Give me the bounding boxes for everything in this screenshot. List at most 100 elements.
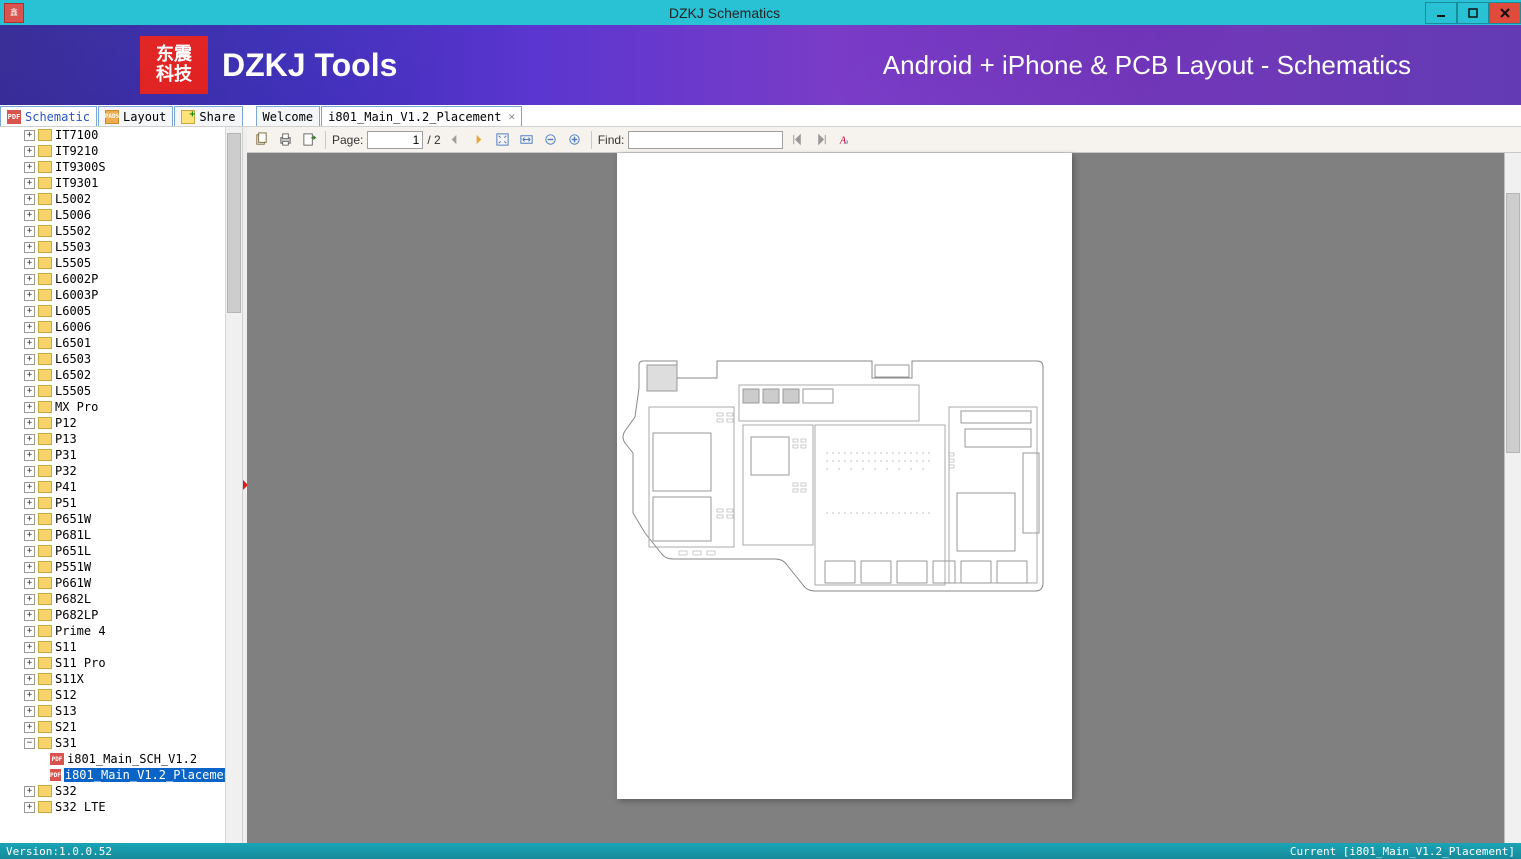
expand-icon[interactable]: + [24, 258, 35, 269]
expand-icon[interactable]: + [24, 370, 35, 381]
tree-folder[interactable]: +S32 LTE [0, 799, 225, 815]
tree-folder[interactable]: +L5503 [0, 239, 225, 255]
tree-file[interactable]: PDFi801_Main_V1.2_Placement [0, 767, 225, 783]
expand-icon[interactable]: + [24, 146, 35, 157]
tree-folder[interactable]: +IT9300S [0, 159, 225, 175]
expand-icon[interactable]: + [24, 514, 35, 525]
expand-icon[interactable]: + [24, 290, 35, 301]
tree-folder[interactable]: +P661W [0, 575, 225, 591]
expand-icon[interactable]: + [24, 194, 35, 205]
tab-layout[interactable]: PADS Layout [98, 106, 173, 126]
tree-folder[interactable]: −S31 [0, 735, 225, 751]
expand-icon[interactable]: + [24, 386, 35, 397]
tree-folder[interactable]: +P32 [0, 463, 225, 479]
expand-icon[interactable]: + [24, 226, 35, 237]
tree-folder[interactable]: +L6002P [0, 271, 225, 287]
tree-folder[interactable]: +L5505 [0, 383, 225, 399]
expand-icon[interactable]: + [24, 658, 35, 669]
tree-folder[interactable]: +P13 [0, 431, 225, 447]
tree-folder[interactable]: +P551W [0, 559, 225, 575]
expand-icon[interactable]: + [24, 402, 35, 413]
expand-icon[interactable]: + [24, 706, 35, 717]
expand-icon[interactable]: + [24, 610, 35, 621]
prev-page-button[interactable] [445, 130, 465, 150]
expand-icon[interactable]: + [24, 418, 35, 429]
tree-folder[interactable]: +IT9210 [0, 143, 225, 159]
tree-folder[interactable]: +IT7100 [0, 127, 225, 143]
expand-icon[interactable]: + [24, 466, 35, 477]
expand-icon[interactable]: + [24, 690, 35, 701]
export-button[interactable] [299, 130, 319, 150]
expand-icon[interactable]: + [24, 210, 35, 221]
tree-folder[interactable]: +P651W [0, 511, 225, 527]
doc-tab-welcome[interactable]: Welcome [256, 106, 321, 126]
collapse-icon[interactable]: − [24, 738, 35, 749]
expand-icon[interactable]: + [24, 578, 35, 589]
tree-folder[interactable]: +L5505 [0, 255, 225, 271]
tab-schematic[interactable]: PDF Schematic [0, 106, 97, 126]
find-input[interactable] [628, 131, 783, 149]
tree-folder[interactable]: +P51 [0, 495, 225, 511]
tree-scrollbar[interactable] [225, 127, 242, 843]
tree-folder[interactable]: +L6005 [0, 303, 225, 319]
tree-folder[interactable]: +IT9301 [0, 175, 225, 191]
tree-folder[interactable]: +P12 [0, 415, 225, 431]
close-icon[interactable]: ✕ [508, 110, 515, 123]
copy-button[interactable] [251, 130, 271, 150]
expand-icon[interactable]: + [24, 162, 35, 173]
maximize-button[interactable] [1457, 2, 1489, 24]
page-input[interactable] [367, 131, 423, 149]
tree-folder[interactable]: +L6502 [0, 367, 225, 383]
tree-folder[interactable]: +S11 Pro [0, 655, 225, 671]
tree-folder[interactable]: +L5002 [0, 191, 225, 207]
find-prev-button[interactable] [787, 130, 807, 150]
fit-width-button[interactable] [517, 130, 537, 150]
expand-icon[interactable]: + [24, 130, 35, 141]
tree-folder[interactable]: +L6006 [0, 319, 225, 335]
fit-page-button[interactable] [493, 130, 513, 150]
next-page-button[interactable] [469, 130, 489, 150]
tree-folder[interactable]: +L6501 [0, 335, 225, 351]
find-next-button[interactable] [811, 130, 831, 150]
expand-icon[interactable]: + [24, 498, 35, 509]
print-button[interactable] [275, 130, 295, 150]
expand-icon[interactable]: + [24, 450, 35, 461]
expand-icon[interactable]: + [24, 530, 35, 541]
scrollbar-thumb[interactable] [1506, 193, 1520, 453]
text-style-button[interactable]: Aa [835, 130, 855, 150]
expand-icon[interactable]: + [24, 178, 35, 189]
tree-folder[interactable]: +S12 [0, 687, 225, 703]
tree-file[interactable]: PDFi801_Main_SCH_V1.2 [0, 751, 225, 767]
expand-icon[interactable]: + [24, 562, 35, 573]
viewer[interactable] [247, 153, 1521, 843]
tree-folder[interactable]: +S13 [0, 703, 225, 719]
zoom-in-button[interactable] [565, 130, 585, 150]
tree-folder[interactable]: +Prime 4 [0, 623, 225, 639]
expand-icon[interactable]: + [24, 674, 35, 685]
tree-folder[interactable]: +S11 [0, 639, 225, 655]
expand-icon[interactable]: + [24, 642, 35, 653]
tree-folder[interactable]: +L5502 [0, 223, 225, 239]
expand-icon[interactable]: + [24, 482, 35, 493]
expand-icon[interactable]: + [24, 306, 35, 317]
tree-folder[interactable]: +L5006 [0, 207, 225, 223]
expand-icon[interactable]: + [24, 722, 35, 733]
expand-icon[interactable]: + [24, 546, 35, 557]
tree-folder[interactable]: +P651L [0, 543, 225, 559]
expand-icon[interactable]: + [24, 354, 35, 365]
tree-folder[interactable]: +P31 [0, 447, 225, 463]
close-button[interactable] [1489, 2, 1521, 24]
expand-icon[interactable]: + [24, 434, 35, 445]
expand-icon[interactable]: + [24, 274, 35, 285]
expand-icon[interactable]: + [24, 594, 35, 605]
tab-share[interactable]: Share [174, 106, 242, 126]
tree-scroll[interactable]: +IT7100+IT9210+IT9300S+IT9301+L5002+L500… [0, 127, 225, 843]
tree-folder[interactable]: +P682L [0, 591, 225, 607]
tree-folder[interactable]: +L6503 [0, 351, 225, 367]
tree-folder[interactable]: +L6003P [0, 287, 225, 303]
minimize-button[interactable] [1425, 2, 1457, 24]
tree-folder[interactable]: +S32 [0, 783, 225, 799]
tree-folder[interactable]: +P681L [0, 527, 225, 543]
expand-icon[interactable]: + [24, 338, 35, 349]
viewer-scrollbar[interactable] [1504, 153, 1521, 843]
